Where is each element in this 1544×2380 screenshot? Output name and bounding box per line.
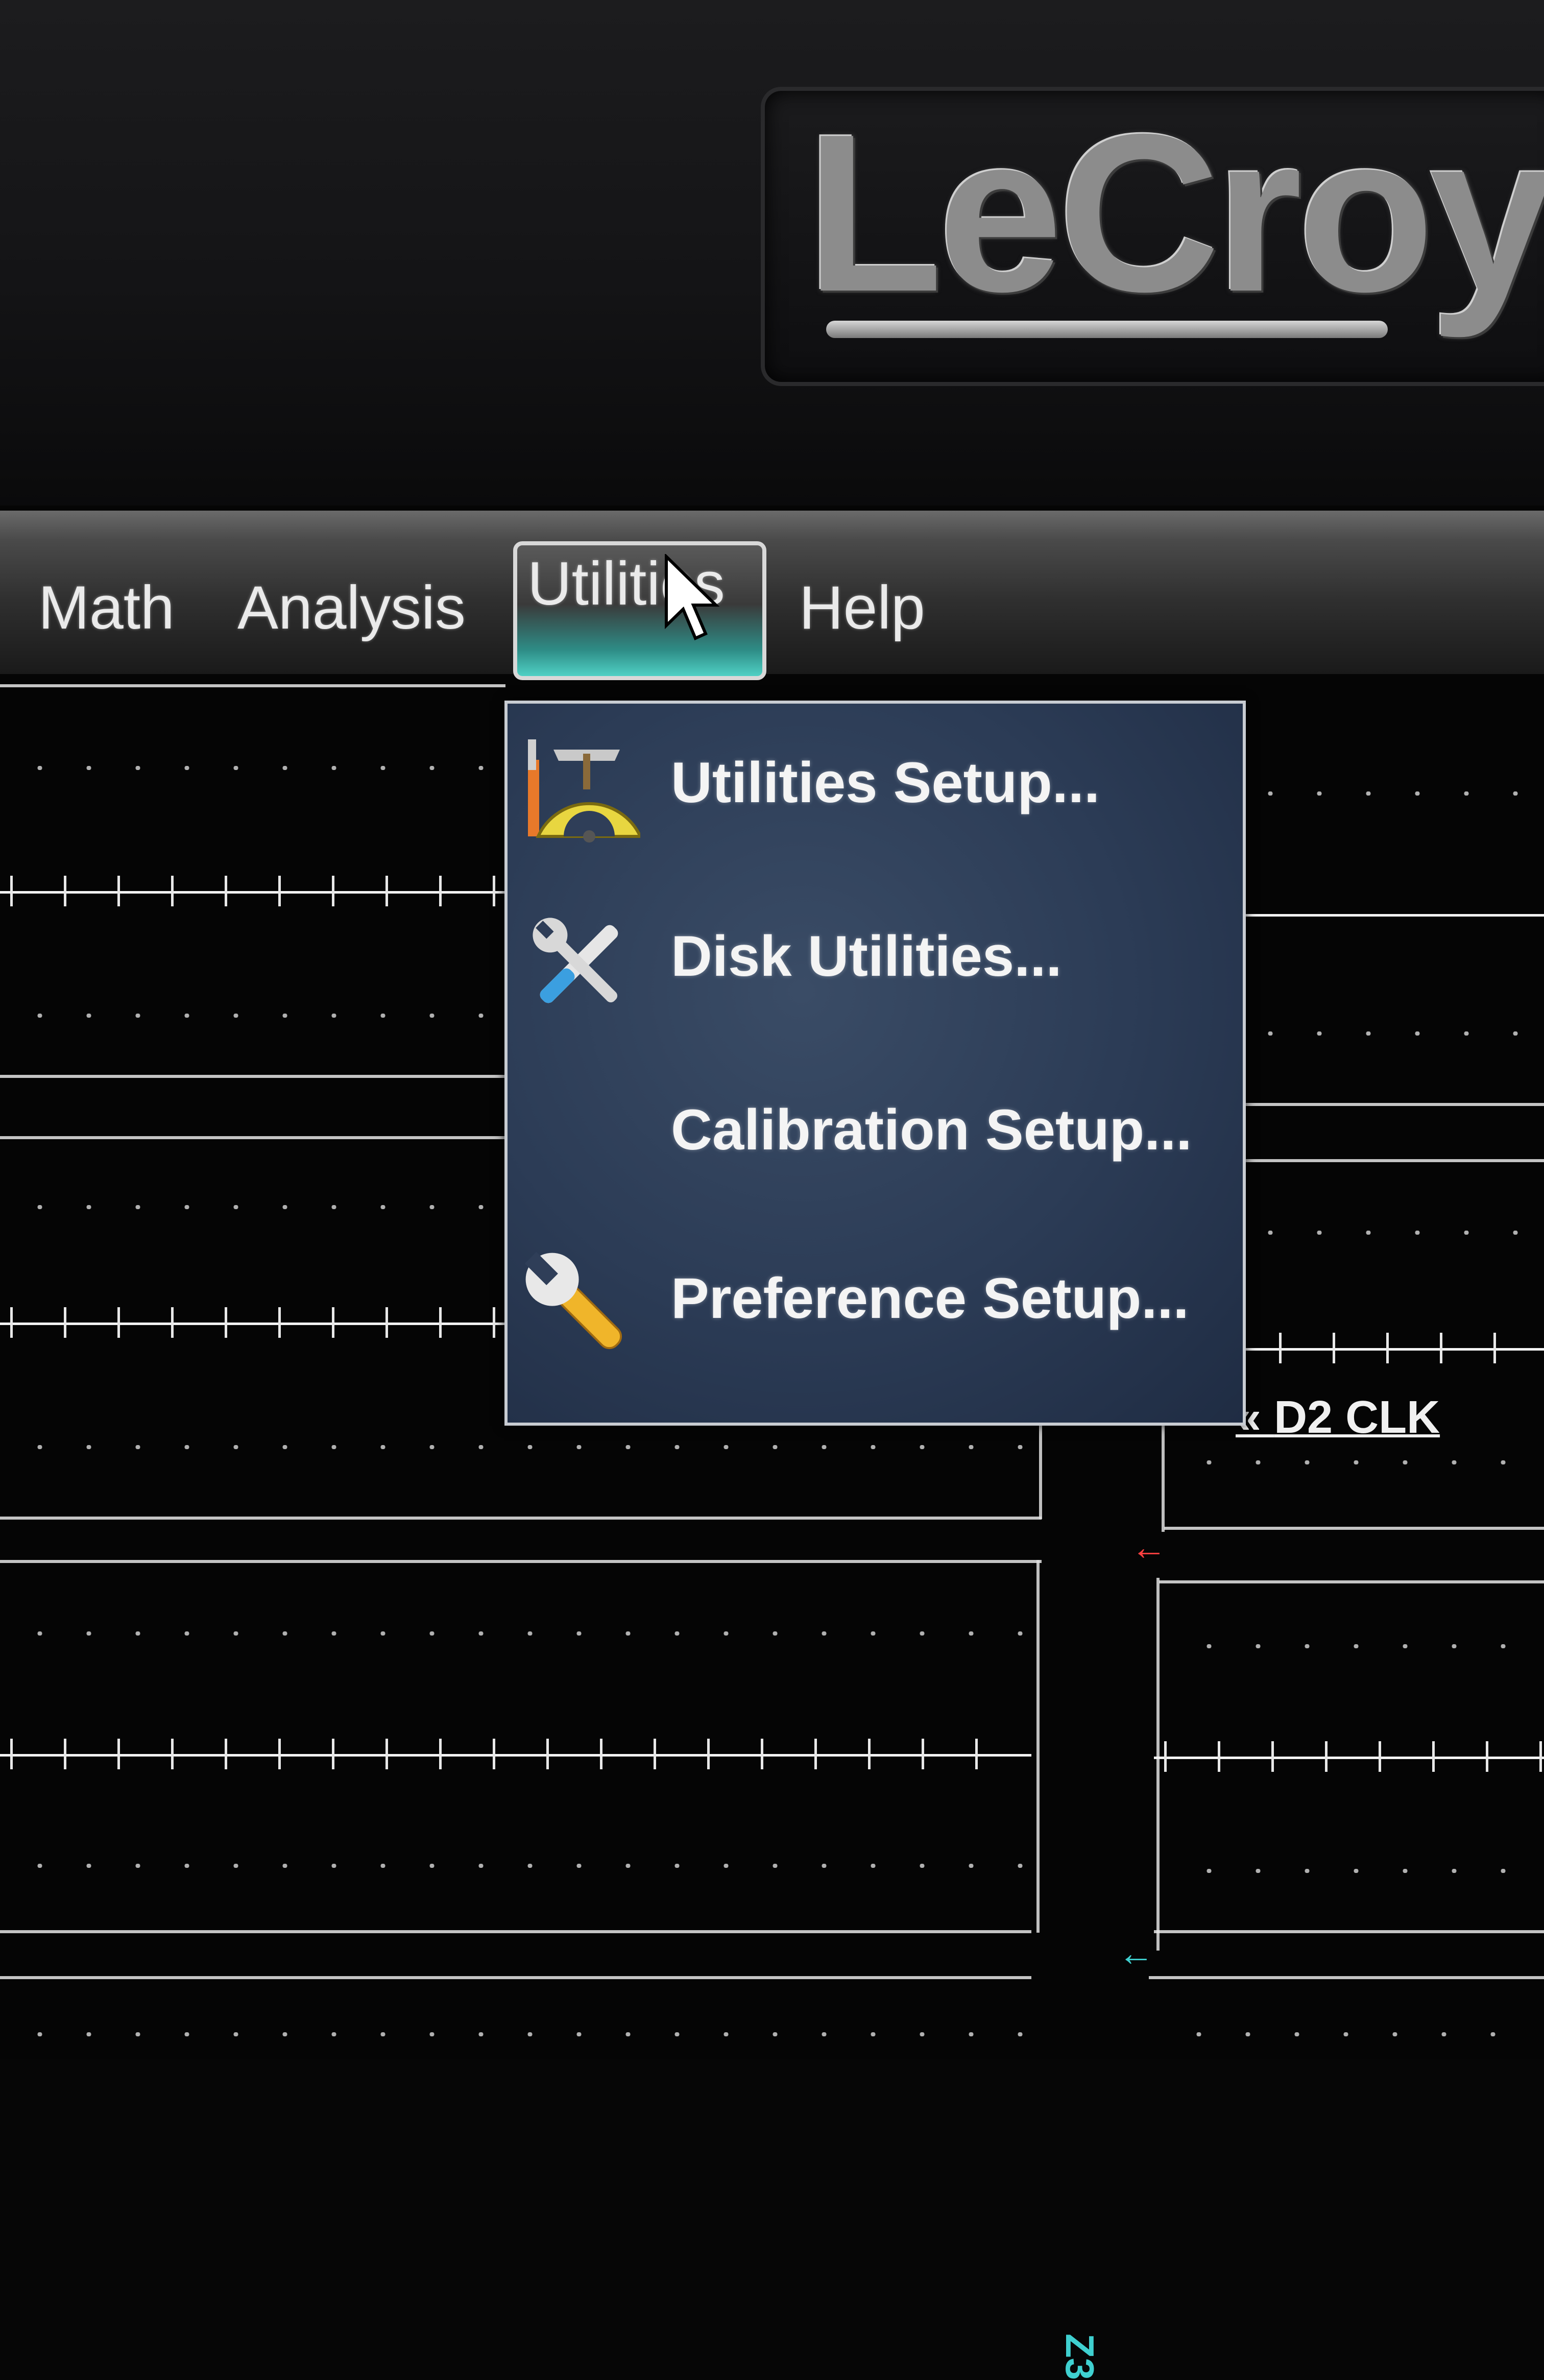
pane-divider bbox=[1036, 1560, 1040, 1933]
brand-logo: LeCroy bbox=[761, 87, 1544, 386]
channel-label[interactable]: « D2 CLK bbox=[1236, 1391, 1440, 1444]
menu-analysis[interactable]: Analysis bbox=[227, 572, 476, 643]
disk-tools-icon bbox=[533, 918, 618, 1003]
menu-item-preference-setup[interactable]: Preference Setup... bbox=[508, 1230, 1243, 1383]
trace-waveform bbox=[1225, 914, 1544, 917]
grid-border bbox=[1225, 1103, 1544, 1106]
menu-item-disk-utilities[interactable]: Disk Utilities... bbox=[508, 887, 1243, 1041]
grid-border bbox=[1225, 1159, 1544, 1162]
trace-ticks bbox=[1164, 1741, 1542, 1772]
grid-dots bbox=[1246, 1231, 1532, 1235]
pane-divider bbox=[1162, 1425, 1165, 1532]
grid-dots bbox=[1246, 791, 1532, 796]
menu-utilities[interactable]: Utilities bbox=[513, 541, 766, 680]
grid-border bbox=[0, 1075, 505, 1078]
trace-ticks bbox=[10, 1739, 1026, 1769]
pane-divider bbox=[1156, 1578, 1160, 1951]
grid-dots bbox=[15, 1864, 1026, 1868]
trace-ticks bbox=[10, 1307, 500, 1338]
channel-label-text: D2 CLK bbox=[1274, 1392, 1440, 1443]
zoom-marker-arrow-icon[interactable]: ← bbox=[1118, 1933, 1154, 1974]
menu-item-label: Utilities Setup... bbox=[671, 751, 1100, 814]
grid-dots bbox=[1185, 1644, 1532, 1648]
grid-dots bbox=[15, 1014, 495, 1018]
trigger-marker-arrow-icon[interactable]: ← bbox=[1131, 1527, 1167, 1568]
toolbox-protractor-icon bbox=[528, 739, 640, 843]
grid-dots bbox=[15, 1445, 1036, 1449]
grid-border bbox=[0, 1136, 505, 1139]
grid-dots bbox=[15, 1205, 495, 1209]
grid-dots bbox=[1246, 1031, 1532, 1036]
menu-math[interactable]: Math bbox=[28, 572, 185, 643]
utilities-dropdown-menu: Utilities Setup... Disk Utilities... Cal… bbox=[504, 701, 1246, 1426]
grid-dots bbox=[1185, 1460, 1532, 1464]
instrument-bezel: LeCroy bbox=[0, 0, 1544, 511]
grid-border bbox=[1149, 1976, 1544, 1979]
grid-border bbox=[0, 1517, 1042, 1520]
menu-bar: Math Analysis Utilities Help bbox=[0, 511, 1544, 680]
brand-logo-text: LeCroy bbox=[806, 88, 1544, 339]
wrench-icon bbox=[524, 1252, 622, 1350]
grid-dots bbox=[1185, 1869, 1532, 1873]
grid-border bbox=[0, 1976, 1031, 1979]
trace-ticks bbox=[10, 876, 500, 906]
menu-item-utilities-setup[interactable]: Utilities Setup... bbox=[508, 714, 1243, 867]
grid-dots bbox=[15, 766, 495, 770]
grid-border bbox=[1159, 1580, 1544, 1583]
menu-item-label: Preference Setup... bbox=[671, 1266, 1189, 1330]
zoom-trace-label[interactable]: Z3 bbox=[1056, 2334, 1103, 2380]
menu-item-label: Disk Utilities... bbox=[671, 924, 1062, 988]
menu-help[interactable]: Help bbox=[789, 572, 935, 643]
grid-dots bbox=[15, 2032, 1026, 2036]
grid-dots bbox=[1174, 2032, 1532, 2036]
trace-ticks bbox=[1225, 1333, 1532, 1363]
grid-border bbox=[1154, 1930, 1544, 1933]
grid-border bbox=[1164, 1527, 1544, 1530]
grid-dots bbox=[15, 1631, 1036, 1636]
menu-item-calibration-setup[interactable]: Calibration Setup... bbox=[508, 1061, 1243, 1214]
pane-divider bbox=[1039, 1425, 1042, 1519]
grid-border bbox=[0, 1560, 1042, 1563]
brand-logo-underline bbox=[826, 321, 1388, 338]
mouse-cursor-icon bbox=[665, 554, 720, 640]
menu-item-label: Calibration Setup... bbox=[671, 1098, 1192, 1162]
grid-border bbox=[0, 1930, 1031, 1933]
grid-border bbox=[0, 684, 505, 687]
